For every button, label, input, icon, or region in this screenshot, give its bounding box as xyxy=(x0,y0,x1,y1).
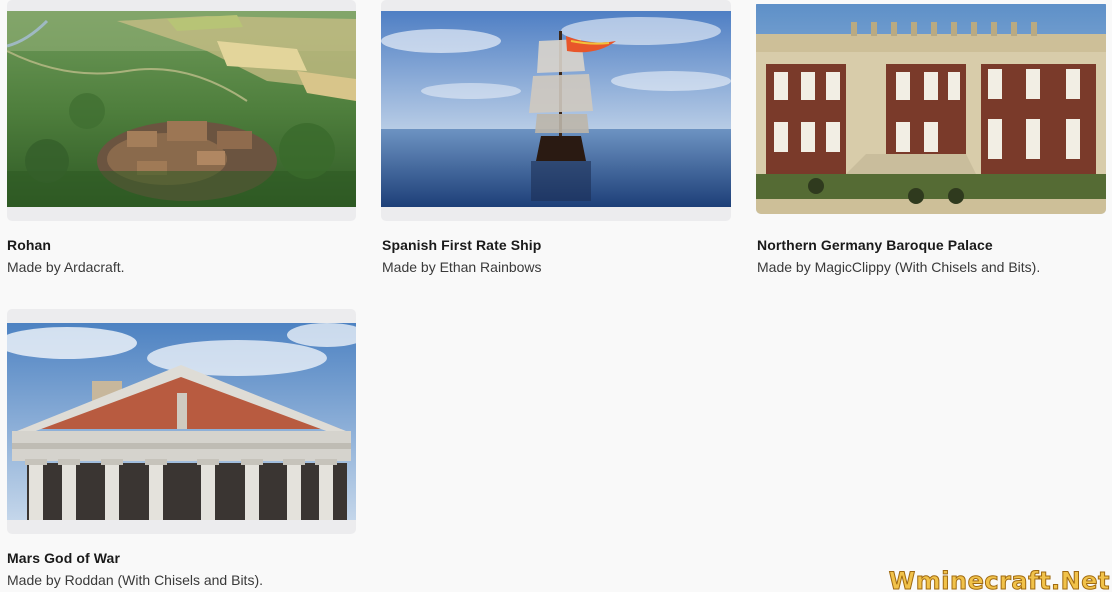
card-title[interactable]: Rohan xyxy=(7,237,51,253)
card-byline: Made by Ethan Rainbows xyxy=(382,259,542,275)
roman-temple-image[interactable] xyxy=(7,323,356,520)
card-byline: Made by Roddan (With Chisels and Bits). xyxy=(7,572,263,588)
card-byline: Made by Ardacraft. xyxy=(7,259,125,275)
card-title[interactable]: Mars God of War xyxy=(7,550,120,566)
gallery-card-mars-god-of-war[interactable]: Mars God of War Made by Roddan (With Chi… xyxy=(7,309,357,588)
card-byline: Made by MagicClippy (With Chisels and Bi… xyxy=(757,259,1041,275)
galleon-image[interactable] xyxy=(381,11,731,207)
rohan-landscape-image[interactable] xyxy=(7,11,356,207)
card-image-frame[interactable] xyxy=(381,0,731,221)
gallery-card-rohan[interactable]: Rohan Made by Ardacraft. xyxy=(7,0,357,275)
gallery-card-spanish-ship[interactable]: Spanish First Rate Ship Made by Ethan Ra… xyxy=(381,0,731,275)
card-image-frame[interactable] xyxy=(756,0,1106,214)
gallery-card-baroque-palace[interactable]: Northern Germany Baroque Palace Made by … xyxy=(756,0,1106,275)
gallery-page: Rohan Made by Ardacraft. Spanish First R… xyxy=(0,0,1112,592)
card-image-frame[interactable] xyxy=(7,0,356,221)
card-title[interactable]: Spanish First Rate Ship xyxy=(382,237,541,253)
card-title[interactable]: Northern Germany Baroque Palace xyxy=(757,237,993,253)
card-image-frame[interactable] xyxy=(7,309,356,534)
site-watermark: Wminecraft.Net xyxy=(888,567,1110,592)
baroque-palace-image[interactable] xyxy=(756,4,1106,214)
